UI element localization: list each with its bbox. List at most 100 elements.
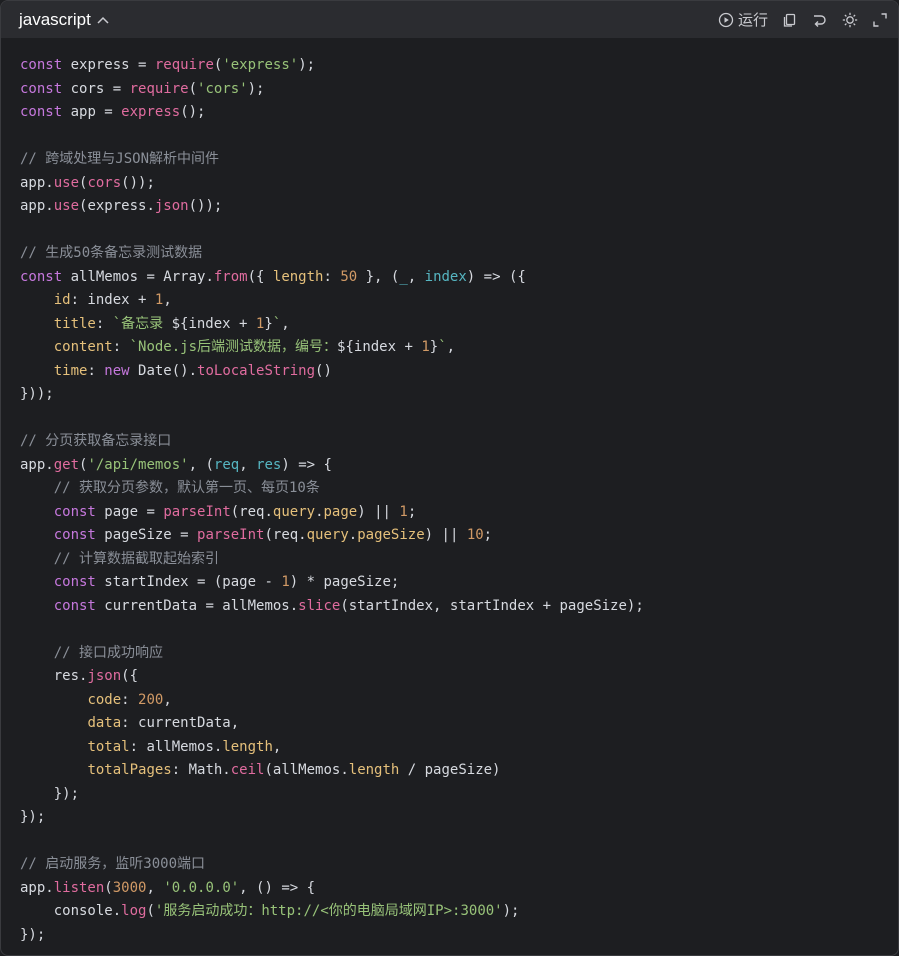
code-token: (allMemos. — [264, 762, 349, 778]
code-token: '0.0.0.0' — [163, 879, 240, 896]
code-token: pageSize = — [95, 527, 198, 543]
code-token: _ — [399, 268, 408, 285]
theme-icon — [842, 12, 858, 27]
code-token: : — [112, 339, 130, 355]
code-token: ) => { — [281, 456, 332, 473]
code-token: index — [424, 268, 467, 285]
wrap-icon — [814, 14, 826, 27]
code-line: total: allMemos.length, — [20, 736, 898, 760]
code-token: const — [53, 527, 96, 543]
code-token: : allMemos. — [129, 738, 223, 755]
code-token: new — [104, 362, 130, 379]
code-token: length — [348, 762, 400, 778]
code-line: // 分页获取备忘录接口 — [20, 430, 898, 454]
code-token: ` — [272, 315, 282, 332]
code-token: (req. — [264, 527, 307, 543]
code-token: currentData = allMemos. — [95, 597, 299, 614]
code-line: // 接口成功响应 — [20, 642, 898, 666]
code-token: 1 — [399, 503, 408, 520]
code-token: ); — [502, 903, 520, 919]
code-token: content — [53, 339, 113, 355]
code-token: : — [121, 691, 139, 708]
code-token: 'express' — [222, 57, 299, 73]
code-token: const — [20, 268, 63, 285]
code-token: console. — [20, 903, 122, 919]
code-token: . — [348, 527, 358, 543]
code-token: query — [272, 503, 316, 520]
code-token: }); — [20, 785, 80, 802]
code-token: length — [272, 268, 324, 285]
code-token: , — [281, 315, 290, 332]
code-token: title — [53, 315, 96, 332]
code-token: startIndex = (page - — [95, 574, 282, 590]
code-token: ({ — [247, 268, 273, 285]
code-token: '服务启动成功：http://<你的电脑局域网IP>:3000' — [154, 903, 503, 919]
code-line: console.log('服务启动成功：http://<你的电脑局域网IP>:3… — [20, 900, 898, 924]
code-token: const — [20, 80, 63, 97]
copy-icon — [783, 13, 796, 27]
code-token: time — [53, 362, 88, 379]
run-button[interactable]: 运行 — [718, 9, 768, 30]
code-line: const express = require('express'); — [20, 54, 898, 78]
code-token: json — [87, 668, 122, 684]
code-line: app.use(cors()); — [20, 172, 898, 196]
theme-button[interactable] — [842, 12, 858, 28]
code-token: app = — [62, 104, 122, 120]
code-token: id — [53, 292, 71, 308]
code-line: // 获取分页参数，默认第一页、每页10条 — [20, 477, 898, 501]
code-token: const — [20, 57, 63, 73]
code-token: ( — [188, 80, 198, 97]
code-token: } — [429, 339, 439, 355]
code-token: ) || — [357, 503, 400, 520]
code-token: page — [323, 503, 358, 520]
code-line: // 生成50条备忘录测试数据 — [20, 242, 898, 266]
code-token: ceil — [230, 762, 265, 778]
code-line: const page = parseInt(req.query.page) ||… — [20, 501, 898, 525]
code-token: res — [256, 456, 282, 473]
expand-button[interactable] — [872, 12, 888, 28]
code-block-header: javascript 运行 — [1, 1, 898, 38]
code-line: // 跨域处理与JSON解析中间件 — [20, 148, 898, 172]
code-line: }); — [20, 783, 898, 807]
code-token: app. — [20, 198, 54, 214]
code-line: id: index + 1, — [20, 289, 898, 313]
code-token: , — [146, 879, 164, 896]
code-token: }); — [20, 809, 46, 825]
code-token: : Math. — [171, 762, 231, 778]
code-token: listen — [53, 879, 105, 896]
wrap-button[interactable] — [812, 12, 828, 28]
code-token: }, ( — [357, 268, 400, 285]
language-selector[interactable]: javascript — [19, 10, 109, 30]
code-token: , — [407, 268, 425, 285]
code-token: , — [239, 456, 257, 473]
expand-icon — [873, 12, 887, 27]
code-line: // 计算数据截取起始索引 — [20, 548, 898, 572]
code-token: const — [53, 597, 96, 614]
code-token: , — [446, 339, 456, 355]
code-line: data: currentData, — [20, 712, 898, 736]
code-line: const pageSize = parseInt(req.query.page… — [20, 524, 898, 548]
code-token: app. — [20, 174, 54, 191]
code-token: ) * pageSize; — [289, 574, 400, 590]
copy-button[interactable] — [782, 12, 798, 28]
code-token: use — [53, 198, 80, 214]
chevron-up-icon — [97, 16, 109, 24]
code-token: use — [53, 174, 80, 191]
code-token: (startIndex, startIndex + pageSize); — [340, 597, 644, 614]
code-line: app.listen(3000, '0.0.0.0', () => { — [20, 877, 898, 901]
code-token: cors = — [62, 80, 130, 97]
code-token: // 接口成功响应 — [53, 644, 164, 661]
code-token: req — [213, 456, 240, 473]
